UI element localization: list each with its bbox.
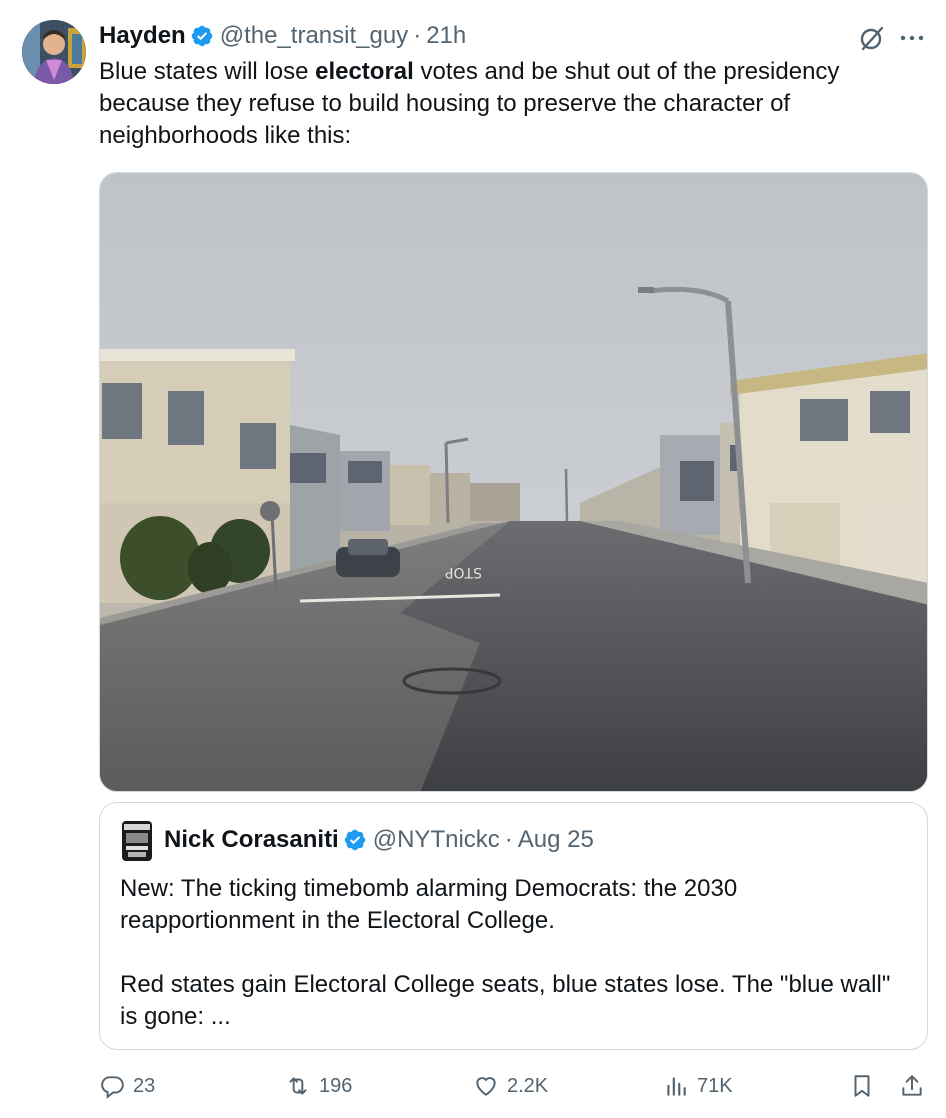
grok-icon[interactable] <box>858 24 886 52</box>
quoted-paragraph-2: Red states gain Electoral College seats,… <box>120 971 891 1030</box>
bookmark-button[interactable] <box>849 1066 875 1106</box>
user-avatar-icon <box>22 20 86 84</box>
tweet-photo[interactable]: STOP <box>99 172 928 792</box>
quoted-author-handle[interactable]: @NYTnickc <box>373 826 500 854</box>
bookmark-icon <box>854 1075 870 1097</box>
repost-icon <box>289 1077 307 1095</box>
like-count: 2.2K <box>507 1074 549 1097</box>
street-photo-icon: STOP <box>100 173 927 791</box>
book-avatar-icon <box>122 821 152 861</box>
tweet-text: Blue states will lose electoral votes an… <box>99 56 899 152</box>
reply-button[interactable]: 23 <box>99 1066 155 1106</box>
reply-count: 23 <box>133 1074 156 1097</box>
quoted-author-name[interactable]: Nick Corasaniti <box>164 826 339 854</box>
verified-badge-icon <box>344 829 365 851</box>
author-handle[interactable]: @the_transit_guy <box>220 22 408 50</box>
separator-dot: · <box>413 22 422 49</box>
quoted-author-avatar[interactable] <box>122 821 152 861</box>
verified-badge-icon <box>191 25 212 47</box>
tweet-timestamp[interactable]: 21h <box>426 22 466 50</box>
view-count: 71K <box>697 1074 733 1097</box>
tweet-text-part: Blue states will lose <box>99 58 316 85</box>
more-options-icon[interactable] <box>898 26 926 50</box>
views-button[interactable]: 71K <box>663 1066 733 1106</box>
quoted-tweet-text: New: The ticking timebomb alarming Democ… <box>120 873 910 1033</box>
repost-count: 196 <box>319 1074 353 1097</box>
author-name[interactable]: Hayden <box>99 22 186 50</box>
quoted-paragraph-1: New: The ticking timebomb alarming Democ… <box>120 875 738 934</box>
heart-icon <box>476 1077 496 1096</box>
quoted-tweet-header: Nick Corasaniti @NYTnickc · Aug 25 <box>164 823 594 857</box>
views-chart-icon <box>667 1077 686 1096</box>
author-avatar[interactable] <box>22 20 86 84</box>
repost-button[interactable]: 196 <box>285 1066 352 1106</box>
quoted-tweet[interactable]: Nick Corasaniti @NYTnickc · Aug 25 New: … <box>99 802 928 1050</box>
like-button[interactable]: 2.2K <box>473 1066 548 1106</box>
share-icon <box>902 1075 922 1096</box>
reply-icon <box>101 1076 124 1099</box>
quoted-tweet-timestamp[interactable]: Aug 25 <box>518 826 594 854</box>
tweet-text-bold: electoral <box>315 58 414 85</box>
separator-dot: · <box>504 826 513 853</box>
action-bar: 23 196 2.2K 71K <box>99 1066 929 1106</box>
svg-text:STOP: STOP <box>445 564 482 580</box>
tweet-header: Hayden @the_transit_guy · 21h <box>99 20 466 52</box>
share-button[interactable] <box>899 1066 925 1106</box>
